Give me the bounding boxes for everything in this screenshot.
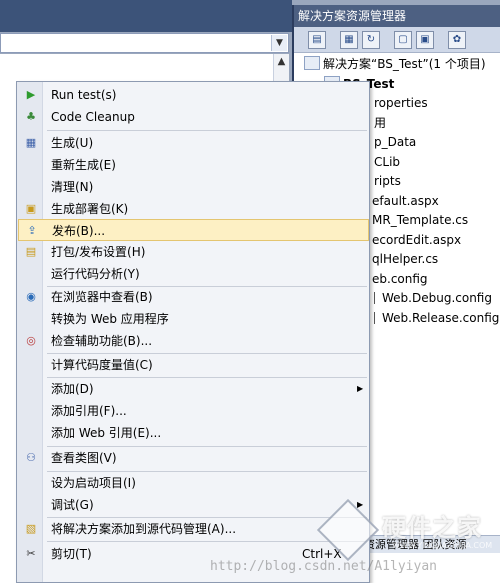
scissors-icon: ✂ — [26, 547, 36, 560]
publish-icon: ⇪ — [27, 224, 37, 237]
tree-item[interactable]: 解决方案“BS_Test”(1 个项目) — [294, 55, 500, 75]
menu-item-code-cleanup[interactable]: ♣ Code Cleanup — [18, 106, 369, 128]
solution-explorer-toolbar: ▤ ▦ ↻ ▢ ▣ ✿ — [294, 27, 500, 53]
editor-tab-strip — [0, 0, 292, 32]
chevron-down-icon[interactable]: ▼ — [271, 35, 287, 51]
menu-item-check-accessibility[interactable]: ◎ 检查辅助功能(B)... — [18, 330, 369, 352]
submenu-arrow-icon: ▶ — [357, 384, 364, 393]
menu-item-debug[interactable]: 调试(G) ▶ — [18, 494, 369, 516]
package-settings-icon: ▤ — [25, 245, 37, 258]
menu-item-add-web-reference[interactable]: 添加 Web 引用(E)... — [18, 422, 369, 444]
menu-item-package-publish-settings[interactable]: ▤ 打包/发布设置(H) — [18, 241, 369, 263]
menu-item-code-metrics[interactable]: 计算代码度量值(C) — [18, 354, 369, 376]
play-icon: ▶ — [26, 88, 36, 101]
menu-item-run-tests[interactable]: ▶ Run test(s) — [18, 84, 369, 106]
menu-separator — [47, 541, 367, 542]
menu-item-publish[interactable]: ⇪ 发布(B)... — [18, 219, 369, 241]
solution-icon — [304, 56, 320, 70]
menu-item-view-in-browser[interactable]: ◉ 在浏览器中查看(B) — [18, 286, 369, 308]
view-designer-icon[interactable]: ▣ — [416, 30, 434, 49]
menu-item-add[interactable]: 添加(D) ▶ — [18, 378, 369, 400]
menu-item-rebuild[interactable]: 重新生成(E) — [18, 154, 369, 176]
panel-title: 解决方案资源管理器 — [294, 5, 500, 27]
copy-website-icon[interactable]: ✿ — [448, 30, 466, 49]
watermark-title: 硬件之家 — [382, 514, 482, 542]
menu-item-add-reference[interactable]: 添加引用(F)... — [18, 400, 369, 422]
broom-icon: ♣ — [26, 110, 36, 123]
source-control-icon: ▧ — [25, 522, 37, 535]
menu-item-run-code-analysis[interactable]: 运行代码分析(Y) — [18, 263, 369, 285]
member-dropdown[interactable]: ▼ — [0, 33, 289, 53]
view-code-icon[interactable]: ▢ — [394, 30, 412, 49]
accessibility-icon: ◎ — [26, 334, 36, 347]
show-all-files-icon[interactable]: ▦ — [340, 30, 358, 49]
context-menu: ▶ Run test(s) ♣ Code Cleanup ▦ 生成(U) 重新生… — [16, 81, 370, 583]
menu-item-build[interactable]: ▦ 生成(U) — [18, 132, 369, 154]
watermark-url: http://blog.csdn.net/A1lyiyan — [210, 559, 437, 574]
browser-icon: ◉ — [26, 290, 36, 303]
file-icon — [374, 292, 378, 304]
menu-item-build-deploy-package[interactable]: ▣ 生成部署包(K) — [18, 198, 369, 220]
menu-separator — [47, 130, 367, 131]
menu-item-clean[interactable]: 清理(N) — [18, 176, 369, 198]
refresh-icon[interactable]: ↻ — [362, 30, 380, 49]
menu-item-convert-to-web-app[interactable]: 转换为 Web 应用程序 — [18, 308, 369, 330]
scroll-up-icon[interactable]: ▲ — [274, 54, 289, 70]
package-icon: ▣ — [25, 202, 37, 215]
file-icon — [374, 311, 378, 324]
build-icon: ▦ — [25, 136, 37, 149]
watermark-subtitle: WWW.YINGJIAZHIJIA.COM — [392, 541, 493, 550]
class-diagram-icon: ⚇ — [26, 451, 36, 464]
properties-icon[interactable]: ▤ — [308, 30, 326, 49]
menu-item-view-class-diagram[interactable]: ⚇ 查看类图(V) — [18, 447, 369, 469]
menu-item-set-startup-project[interactable]: 设为启动项目(I) — [18, 472, 369, 494]
